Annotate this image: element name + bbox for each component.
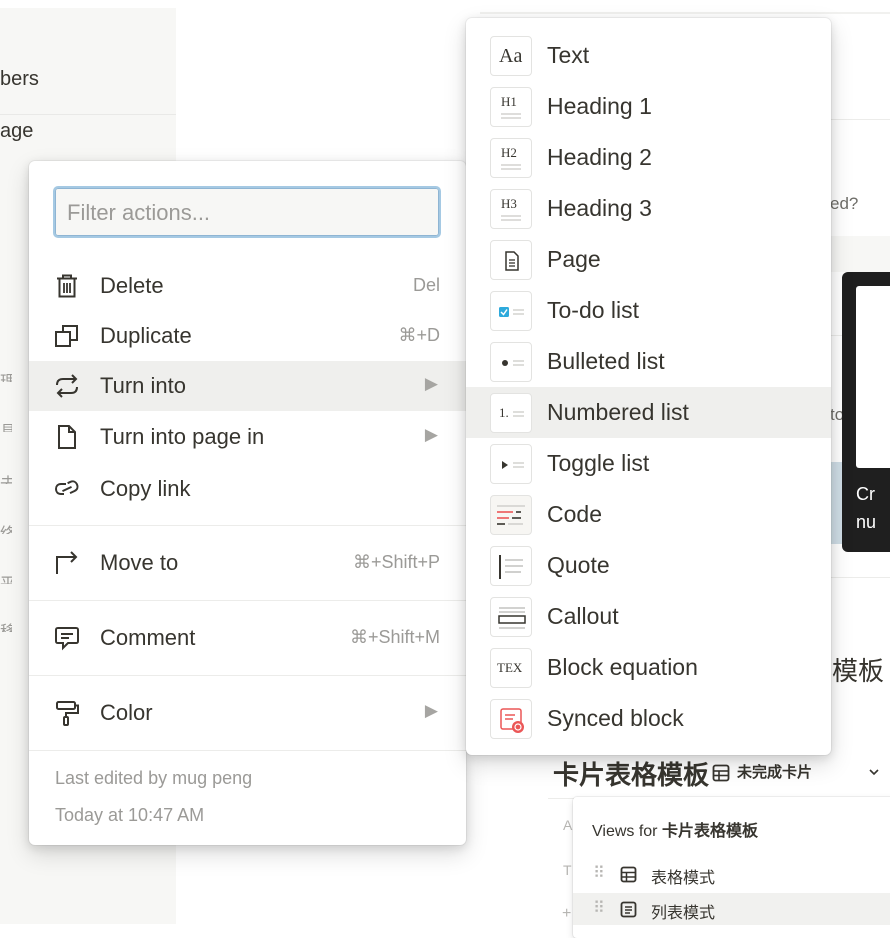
numbered-list-icon: 1.	[490, 393, 532, 433]
last-edited-by: Last edited by mug peng	[55, 768, 253, 788]
tex-equation-icon: TEX	[490, 648, 532, 688]
shortcut-label: ⌘+Shift+M	[349, 627, 440, 647]
chevron-down-icon	[869, 769, 879, 776]
table-fragment: T	[563, 862, 572, 878]
view-item-label: 表格模式	[651, 870, 716, 887]
menu-item-comment[interactable]: Comment ⌘+Shift+M	[29, 613, 466, 663]
menu-item-turn-into[interactable]: Turn into ▶	[29, 361, 466, 411]
drag-handle-icon[interactable]: ⠿	[593, 863, 605, 883]
table-view-icon	[620, 866, 637, 883]
quote-icon	[490, 546, 532, 586]
submenu-item-bulleted-list[interactable]: Bulleted list	[466, 336, 831, 387]
views-popup-title: Views for 卡片表格模板	[592, 823, 758, 840]
submenu-item-quote[interactable]: Quote	[466, 540, 831, 591]
database-view-tab[interactable]: 未完成卡片	[737, 761, 812, 782]
page-divider	[831, 577, 890, 578]
sidebar-fragment: 平	[0, 570, 12, 584]
submenu-item-numbered-list[interactable]: 1. Numbered list	[466, 387, 831, 438]
submenu-item-heading-3[interactable]: H3 Heading 3	[466, 183, 831, 234]
table-fragment: +	[562, 905, 572, 922]
sidebar-item-members[interactable]: bers	[0, 68, 39, 91]
tooltip-preview	[856, 286, 890, 468]
move-arrow-icon	[56, 551, 78, 574]
sidebar-divider	[0, 114, 176, 115]
menu-item-duplicate[interactable]: Duplicate ⌘+D	[29, 311, 466, 361]
submenu-item-toggle-list[interactable]: Toggle list	[466, 438, 831, 489]
heading3-icon: H3	[490, 189, 532, 229]
menu-item-turn-into-page-in[interactable]: Turn into page in ▶	[29, 412, 466, 462]
turn-into-icon	[56, 374, 78, 398]
table-view-icon	[712, 764, 730, 782]
page-doc-icon	[490, 240, 532, 280]
menu-divider	[29, 600, 466, 601]
shortcut-label: ⌘+Shift+P	[352, 552, 440, 572]
page-heading-fragment: 模板	[832, 656, 885, 686]
views-popup: Views for 卡片表格模板 ⠿ 表格模式 ⠿ 列表模式	[573, 797, 890, 938]
menu-divider	[29, 750, 466, 751]
submenu-item-code[interactable]: Code	[466, 489, 831, 540]
sidebar-fragment: 去	[0, 470, 12, 484]
duplicate-icon	[55, 325, 78, 347]
sidebar-fragment: 移	[0, 618, 12, 632]
shortcut-label: Del	[412, 275, 440, 295]
submenu-item-to-do-list[interactable]: To-do list	[466, 285, 831, 336]
sidebar-fragment: 理	[0, 368, 12, 382]
view-item[interactable]: ⠿ 列表模式	[573, 893, 890, 925]
code-block-icon	[490, 495, 532, 535]
comment-icon	[55, 627, 79, 651]
page-topbar	[480, 12, 890, 14]
tooltip-text: nu	[856, 512, 877, 532]
filter-actions-input[interactable]	[65, 198, 429, 228]
submenu-item-text[interactable]: Aa Text	[466, 30, 831, 81]
page-callout-bg	[831, 236, 890, 272]
paint-roller-icon	[56, 701, 79, 726]
menu-item-move-to[interactable]: Move to ⌘+Shift+P	[29, 538, 466, 588]
tooltip-popup: Cr nu	[842, 272, 890, 552]
submenu-item-page[interactable]: Page	[466, 234, 831, 285]
turn-into-submenu: Aa Text H1 Heading 1 H2 Heading 2 H3 Hea…	[466, 18, 831, 755]
view-item[interactable]: ⠿ 表格模式	[573, 858, 890, 890]
shortcut-label: ⌘+D	[398, 325, 440, 345]
synced-block-icon	[490, 699, 532, 739]
filter-actions-field[interactable]	[53, 186, 441, 238]
menu-item-delete[interactable]: Delete Del	[29, 261, 466, 311]
menu-divider	[29, 525, 466, 526]
callout-icon	[490, 597, 532, 637]
page-text-fragment: ed?	[830, 194, 859, 213]
submenu-item-callout[interactable]: Callout	[466, 591, 831, 642]
heading2-icon: H2	[490, 138, 532, 178]
tooltip-text: Cr	[856, 484, 875, 504]
database-title[interactable]: 卡片表格模板	[553, 755, 709, 792]
page-icon	[58, 425, 76, 449]
sidebar-fragment: 终	[0, 520, 12, 534]
page-divider	[831, 119, 890, 120]
submenu-item-heading-1[interactable]: H1 Heading 1	[466, 81, 831, 132]
submenu-arrow-icon: ▶	[424, 425, 438, 444]
menu-item-color[interactable]: Color ▶	[29, 688, 466, 738]
trash-icon	[57, 274, 77, 298]
submenu-item-heading-2[interactable]: H2 Heading 2	[466, 132, 831, 183]
list-view-icon	[620, 901, 637, 918]
text-block-icon: Aa	[490, 36, 532, 76]
view-item-label: 列表模式	[651, 905, 716, 922]
bullet-list-icon	[490, 342, 532, 382]
submenu-item-synced-block[interactable]: Synced block	[466, 693, 831, 744]
todo-checkbox-icon	[490, 291, 532, 331]
submenu-arrow-icon: ▶	[424, 701, 438, 720]
link-icon	[54, 480, 79, 495]
sidebar-item-page[interactable]: age	[0, 120, 33, 143]
block-actions-menu: Delete Del Duplicate ⌘+D Turn into ▶ Tur…	[29, 161, 466, 845]
menu-divider	[29, 675, 466, 676]
sidebar-fragment: 具	[0, 418, 12, 432]
submenu-arrow-icon: ▶	[424, 374, 438, 393]
drag-handle-icon[interactable]: ⠿	[593, 898, 605, 918]
table-fragment: A	[563, 817, 573, 833]
toggle-list-icon	[490, 444, 532, 484]
submenu-item-block-equation[interactable]: TEX Block equation	[466, 642, 831, 693]
heading1-icon: H1	[490, 87, 532, 127]
last-edited-time: Today at 10:47 AM	[55, 805, 205, 825]
menu-item-copy-link[interactable]: Copy link	[29, 464, 466, 514]
